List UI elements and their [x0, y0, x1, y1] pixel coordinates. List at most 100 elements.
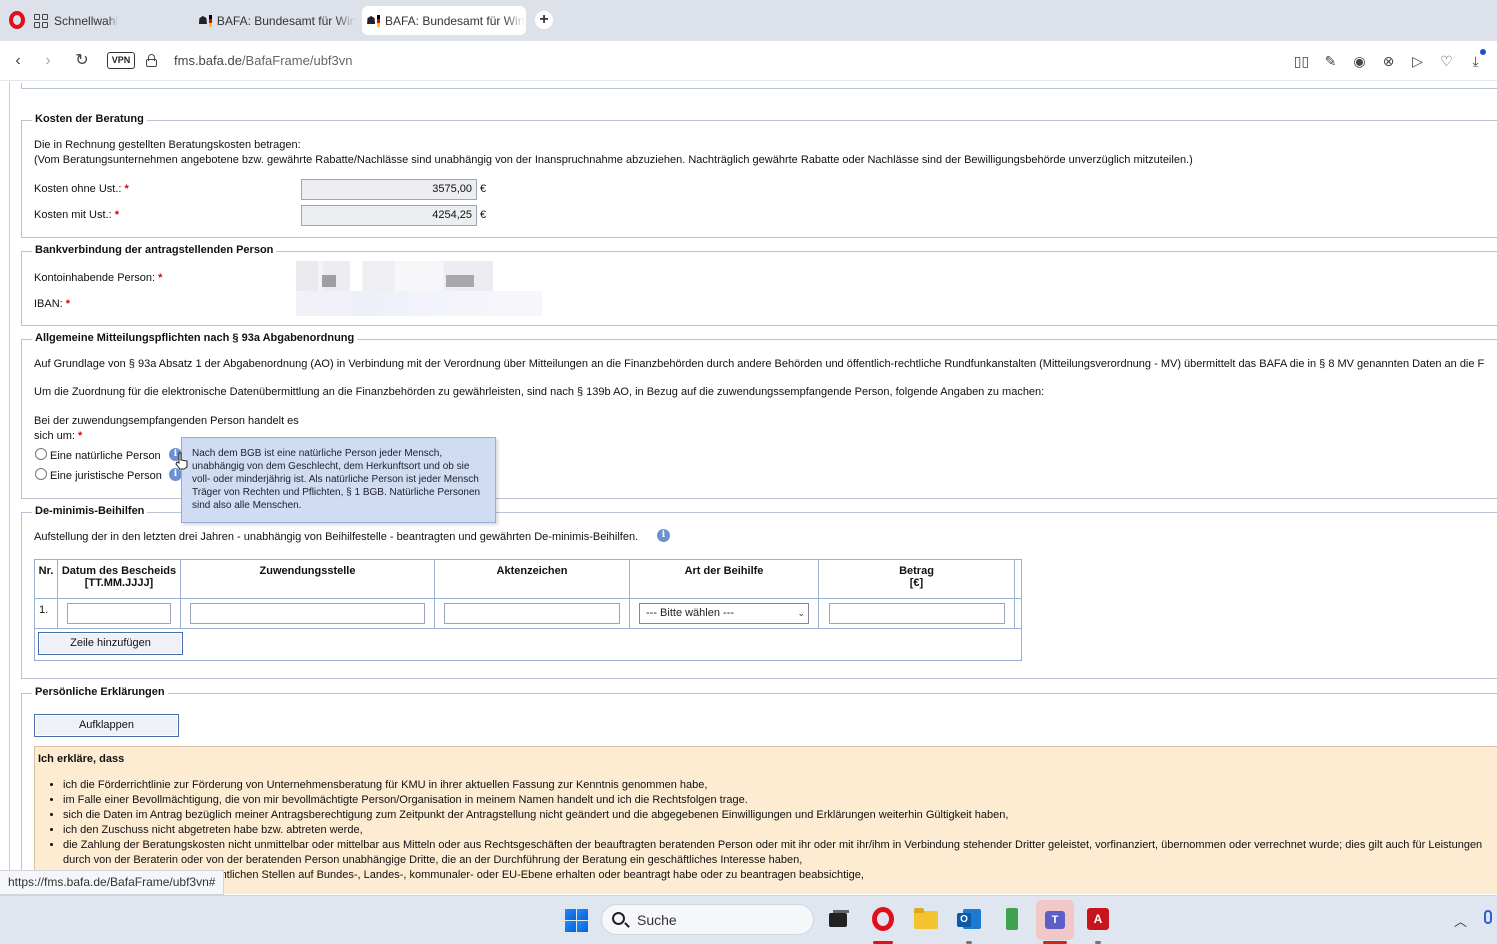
tab-speed-dial[interactable]: Schnellwahl	[34, 6, 184, 35]
reader-icon[interactable]: ▯▯	[1292, 51, 1311, 71]
iban-label: IBAN: *	[34, 298, 71, 310]
file-explorer-icon[interactable]	[912, 905, 940, 933]
datum-input[interactable]	[67, 603, 171, 624]
acrobat-icon[interactable]: A	[1084, 905, 1112, 933]
list-item: im Falle einer Bevollmächtigung, die von…	[63, 793, 1483, 808]
outlook-icon[interactable]: O	[955, 905, 983, 933]
mitteilung-text-1: Auf Grundlage von § 93a Absatz 1 der Abg…	[34, 358, 1485, 370]
radio-natural-person[interactable]	[35, 448, 47, 460]
col-aktenzeichen: Aktenzeichen	[434, 559, 630, 599]
kosten-intro: Die in Rechnung gestellten Beratungskost…	[34, 139, 301, 151]
aktenzeichen-input[interactable]	[444, 603, 620, 624]
declaration-list: ich die Förderrichtlinie zur Förderung v…	[63, 778, 1483, 883]
heart-icon[interactable]: ♡	[1437, 51, 1456, 71]
list-item: teren Zuschuss bei anderen öffentlichen …	[63, 868, 1483, 883]
currency-label: €	[480, 183, 487, 195]
url-host: fms.bafa.de	[174, 53, 242, 68]
forward-icon[interactable]: ›	[38, 51, 58, 71]
redacted-bank-data	[296, 261, 542, 316]
hand-cursor-icon	[175, 452, 188, 470]
lock-icon[interactable]	[146, 54, 157, 67]
natural-person-tooltip: Nach dem BGB ist eine natürliche Person …	[181, 437, 496, 523]
legal-person-label[interactable]: Eine juristische Person	[50, 470, 162, 482]
section-title: De-minimis-Beihilfen	[32, 505, 148, 517]
table-header-row: Nr. Datum des Bescheids [TT.MM.JJJJ] Zuwe…	[34, 559, 1022, 599]
col-actions	[1014, 559, 1022, 599]
section-title: Bankverbindung der antragstellenden Pers…	[32, 244, 277, 256]
person-type-question-2: sich um: *	[34, 430, 83, 442]
section-title: Allgemeine Mitteilungspflichten nach § 9…	[32, 332, 358, 344]
list-item: ich die Förderrichtlinie zur Förderung v…	[63, 778, 1483, 793]
bafa-flag-icon: ☗	[198, 14, 212, 28]
list-item: ich den Zuschuss nicht abgetreten habe b…	[63, 823, 1483, 838]
mitteilung-text-2: Um die Zuordnung für die elektronische D…	[34, 386, 1045, 398]
bafa-flag-icon: ☗	[366, 14, 380, 28]
declaration-box: Ich erkläre, dass ich die Förderrichtlin…	[34, 746, 1497, 894]
col-datum: Datum des Bescheids [TT.MM.JJJJ]	[57, 559, 181, 599]
camera-icon[interactable]: ◉	[1350, 51, 1369, 71]
info-icon[interactable]: i	[657, 529, 670, 542]
teams-icon[interactable]: T	[1036, 900, 1074, 940]
edit-icon[interactable]: ✎	[1321, 51, 1340, 71]
tab-bafa-2-active[interactable]: ☗ BAFA: Bundesamt für Wirt	[362, 6, 526, 35]
col-nr: Nr.	[34, 559, 58, 599]
chevron-up-icon[interactable]: ︿	[1454, 911, 1467, 930]
opera-menu-icon[interactable]	[9, 11, 25, 29]
person-type-question: Bei der zuwendungsempfangenden Person ha…	[34, 415, 299, 427]
previous-section-end	[21, 83, 1497, 89]
app-green-icon[interactable]	[998, 905, 1026, 933]
kosten-ohne-input[interactable]: 3575,00	[301, 179, 477, 200]
back-icon[interactable]: ‹	[8, 51, 28, 71]
kosten-hint: (Vom Beratungsunternehmen angebotene bzw…	[34, 154, 1193, 166]
kosten-mit-input[interactable]: 4254,25	[301, 205, 477, 226]
art-select[interactable]: --- Bitte wählen --- ⌄	[639, 603, 809, 624]
task-view-icon[interactable]	[825, 905, 853, 933]
declaration-heading: Ich erkläre, dass	[38, 753, 125, 765]
adblock-icon[interactable]: ⊗	[1379, 51, 1398, 71]
list-item: die Zahlung der Beratungskosten nicht un…	[63, 838, 1483, 868]
browser-tab-bar: Schnellwahl ☗ BAFA: Bundesamt für Wirt ☗…	[0, 0, 1497, 41]
reload-icon[interactable]: ↻	[72, 51, 92, 71]
tab-bafa-1[interactable]: ☗ BAFA: Bundesamt für Wirt	[198, 6, 356, 35]
col-betrag: Betrag [€]	[818, 559, 1015, 599]
search-icon	[612, 912, 625, 925]
url-field[interactable]: fms.bafa.de/BafaFrame/ubf3vn	[174, 53, 353, 68]
zuwendungsstelle-input[interactable]	[190, 603, 425, 624]
section-title: Kosten der Beratung	[32, 113, 147, 125]
section-bank: Bankverbindung der antragstellenden Pers…	[21, 244, 1497, 326]
windows-start-icon[interactable]	[565, 909, 588, 932]
kosten-mit-label: Kosten mit Ust.: *	[34, 209, 119, 221]
send-icon[interactable]: ▷	[1408, 51, 1427, 71]
col-zuwendungsstelle: Zuwendungsstelle	[180, 559, 435, 599]
new-tab-button[interactable]: +	[535, 11, 553, 29]
col-art: Art der Beihilfe	[629, 559, 819, 599]
address-bar: ‹ › ↻ VPN fms.bafa.de/BafaFrame/ubf3vn ▯…	[0, 41, 1497, 81]
row-nr: 1.	[34, 598, 58, 629]
status-url: https://fms.bafa.de/BafaFrame/ubf3vn#	[0, 870, 225, 895]
chevron-down-icon: ⌄	[797, 608, 805, 618]
url-path: /BafaFrame/ubf3vn	[241, 53, 353, 68]
account-holder-label: Kontoinhabende Person: *	[34, 272, 163, 284]
tab-label: Schnellwahl	[54, 13, 119, 28]
toolbar-icons: ▯▯ ✎ ◉ ⊗ ▷ ♡ ⤓	[1292, 51, 1485, 71]
search-label: Suche	[637, 912, 677, 928]
natural-person-label[interactable]: Eine natürliche Person	[50, 450, 161, 462]
section-kosten: Kosten der Beratung	[21, 113, 1497, 238]
deminimis-intro: Aufstellung der in den letzten drei Jahr…	[34, 531, 639, 543]
expand-button[interactable]: Aufklappen	[34, 714, 179, 737]
add-row-button[interactable]: Zeile hinzufügen	[38, 632, 183, 655]
radio-legal-person[interactable]	[35, 468, 47, 480]
vpn-badge[interactable]: VPN	[107, 52, 135, 69]
grid-icon	[34, 13, 48, 28]
opera-taskbar-icon[interactable]	[869, 905, 897, 933]
tab-label: BAFA: Bundesamt für Wirt	[385, 13, 526, 28]
microphone-icon[interactable]	[1484, 910, 1492, 924]
taskbar: Suche O T A ︿	[0, 895, 1497, 944]
row-actions	[1014, 598, 1022, 629]
betrag-input[interactable]	[828, 603, 1005, 624]
tab-label: BAFA: Bundesamt für Wirt	[216, 13, 356, 28]
section-title: Persönliche Erklärungen	[32, 686, 168, 698]
taskbar-search[interactable]: Suche	[601, 904, 814, 935]
list-item: sich die Daten im Antrag bezüglich meine…	[63, 808, 1483, 823]
kosten-ohne-label: Kosten ohne Ust.: *	[34, 183, 129, 195]
